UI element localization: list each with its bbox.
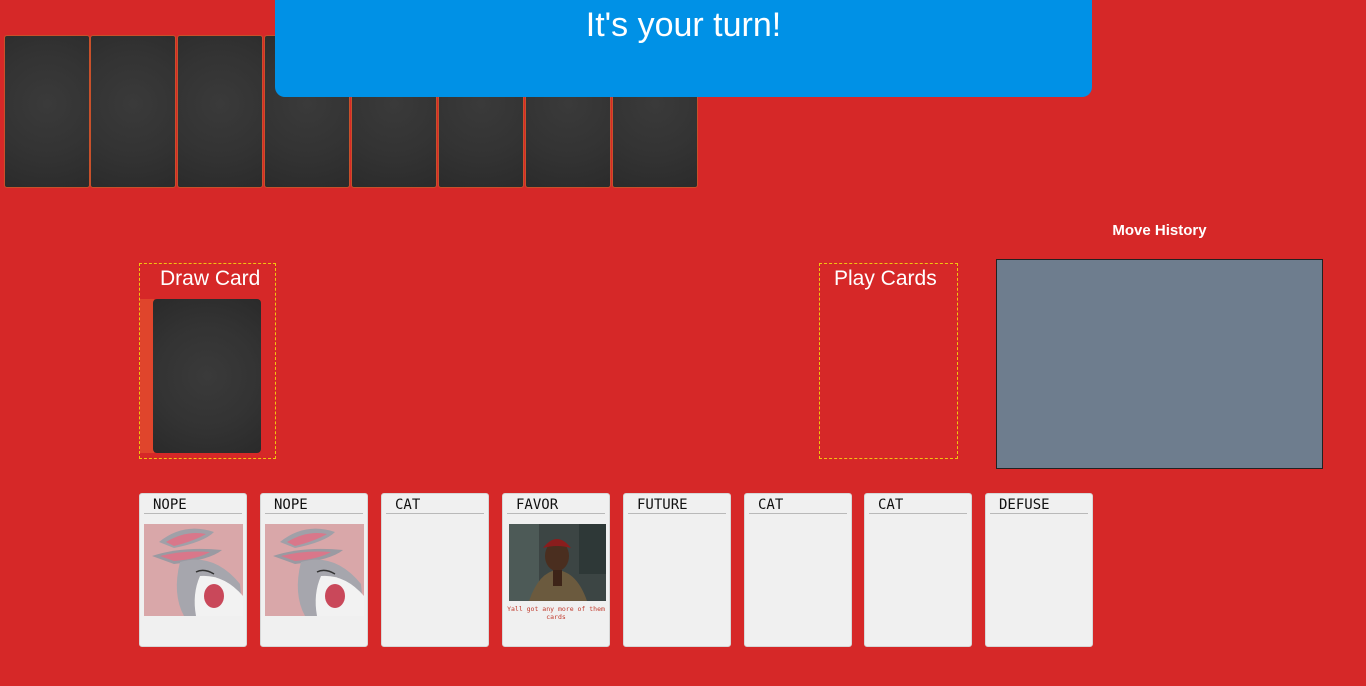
card-label: CAT <box>878 497 904 513</box>
card-divider <box>628 513 726 514</box>
bugs-bunny-image <box>265 524 364 616</box>
opponent-card-back <box>90 35 176 188</box>
hand-card-defuse[interactable]: DEFUSE <box>985 493 1093 647</box>
favor-caption: Yall got any more of them cards <box>507 605 605 621</box>
favor-man-image <box>509 524 606 601</box>
card-divider <box>869 513 967 514</box>
card-divider <box>507 513 605 514</box>
card-label: CAT <box>395 497 421 513</box>
opponent-card-back <box>177 35 263 188</box>
card-label: FUTURE <box>637 497 688 513</box>
move-history-panel <box>996 259 1323 469</box>
hand-card-cat[interactable]: CAT <box>744 493 852 647</box>
draw-pile-card[interactable] <box>153 299 261 453</box>
hand-card-future[interactable]: FUTURE <box>623 493 731 647</box>
turn-banner: It's your turn! <box>275 0 1092 97</box>
hand-card-nope[interactable]: NOPE <box>260 493 368 647</box>
hand-card-nope[interactable]: NOPE <box>139 493 247 647</box>
card-divider <box>144 513 242 514</box>
turn-banner-text: It's your turn! <box>585 6 782 44</box>
card-label: NOPE <box>274 497 308 513</box>
card-label: CAT <box>758 497 784 513</box>
card-divider <box>386 513 484 514</box>
card-label: DEFUSE <box>999 497 1050 513</box>
card-divider <box>749 513 847 514</box>
hand-card-favor[interactable]: FAVOR Yall got any more of them cards <box>502 493 610 647</box>
play-cards-zone[interactable]: Play Cards <box>819 263 958 459</box>
opponent-card-back <box>4 35 90 188</box>
hand-card-cat[interactable]: CAT <box>864 493 972 647</box>
draw-card-zone[interactable]: Draw Card <box>139 263 276 459</box>
card-label: NOPE <box>153 497 187 513</box>
move-history-title: Move History <box>1112 222 1207 239</box>
bugs-bunny-image <box>144 524 243 616</box>
draw-card-title: Draw Card <box>160 267 261 290</box>
card-divider <box>990 513 1088 514</box>
card-label: FAVOR <box>516 497 559 513</box>
hand-card-cat[interactable]: CAT <box>381 493 489 647</box>
play-cards-title: Play Cards <box>834 267 937 290</box>
deck-stack-edge <box>140 299 154 453</box>
card-divider <box>265 513 363 514</box>
